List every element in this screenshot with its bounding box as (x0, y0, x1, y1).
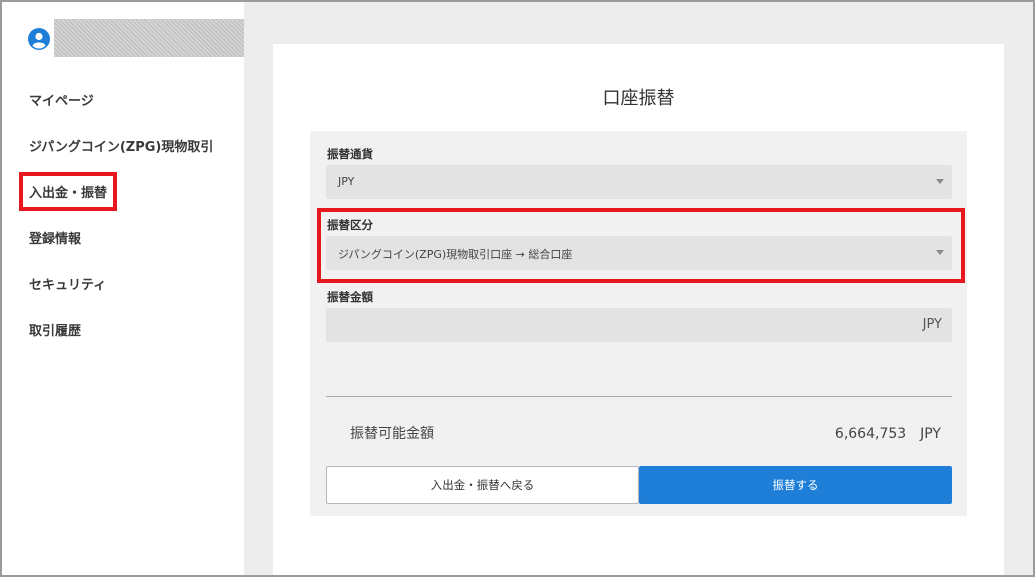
available-amount-label: 振替可能金額 (350, 426, 434, 442)
chevron-down-icon (936, 179, 944, 184)
user-header (28, 19, 244, 57)
chevron-down-icon (936, 250, 944, 255)
transfer-type-select[interactable]: ジパングコイン(ZPG)現物取引口座 → 総合口座 (326, 236, 952, 270)
transfer-card: 口座振替 振替通貨 JPY 振替区分 ジパングコイン(ZPG)現物取引口座 → … (273, 44, 1004, 577)
currency-label: 振替通貨 (327, 147, 373, 161)
amount-label: 振替金額 (327, 290, 373, 304)
sidebar-item-zpg-spot-trading[interactable]: ジパングコイン(ZPG)現物取引 (29, 136, 213, 155)
amount-input[interactable]: JPY (326, 308, 952, 342)
sidebar: マイページ ジパングコイン(ZPG)現物取引 入出金・振替 登録情報 セキュリテ… (2, 2, 244, 575)
transfer-type-label: 振替区分 (327, 218, 373, 232)
back-button[interactable]: 入出金・振替へ戻る (326, 466, 639, 504)
sidebar-item-security[interactable]: セキュリティ (29, 274, 106, 293)
sidebar-item-mypage[interactable]: マイページ (29, 90, 94, 109)
currency-select[interactable]: JPY (326, 165, 952, 199)
currency-select-value: JPY (338, 175, 355, 188)
page-title: 口座振替 (602, 88, 675, 109)
user-circle-icon[interactable] (28, 28, 50, 50)
transfer-type-select-value: ジパングコイン(ZPG)現物取引口座 → 総合口座 (338, 248, 573, 261)
transfer-submit-button[interactable]: 振替する (639, 466, 952, 504)
available-amount-value: 6,664,753 JPY (834, 426, 941, 442)
sidebar-item-deposit-withdraw-transfer[interactable]: 入出金・振替 (18, 172, 118, 211)
sidebar-item-registration-info[interactable]: 登録情報 (29, 228, 81, 247)
divider (326, 396, 952, 397)
amount-unit: JPY (922, 317, 942, 332)
user-name-redacted (54, 19, 244, 57)
sidebar-item-trade-history[interactable]: 取引履歴 (29, 320, 81, 339)
transfer-form: 振替通貨 JPY 振替区分 ジパングコイン(ZPG)現物取引口座 → 総合口座 … (310, 131, 967, 516)
